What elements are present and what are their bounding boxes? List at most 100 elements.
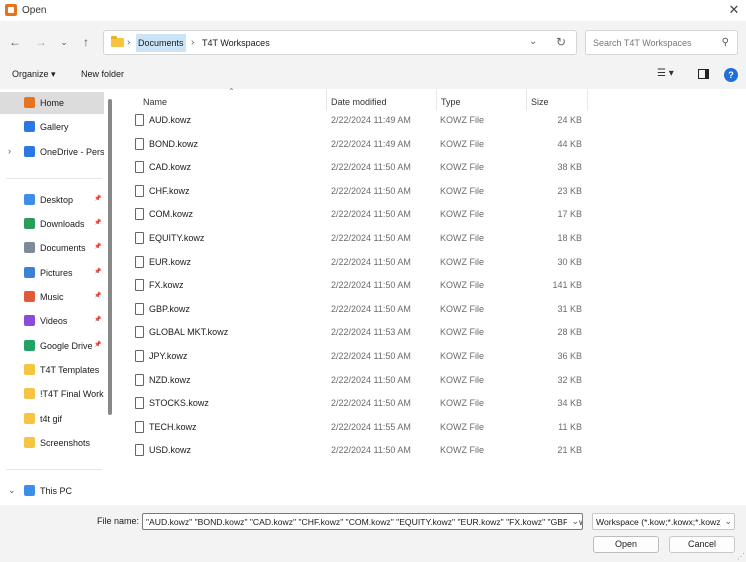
search-input[interactable]: Search T4T Workspaces [593, 38, 692, 48]
column-divider[interactable] [326, 89, 327, 111]
file-icon [135, 114, 144, 126]
file-row[interactable]: NZD.kowz 2/22/2024 11:50 AM KOWZ File 32 KB [127, 370, 587, 392]
file-row[interactable]: GBP.kowz 2/22/2024 11:50 AM KOWZ File 31 KB [127, 299, 587, 321]
file-name-field[interactable]: "AUD.kowz" "BOND.kowz" "CAD.kowz" "CHF.k… [142, 513, 583, 530]
file-date-modified: 2/22/2024 11:55 AM [331, 421, 411, 432]
sidebar-item[interactable]: Screenshots [0, 432, 104, 454]
sidebar-item[interactable]: Desktop 📌 [0, 189, 104, 211]
file-name-value[interactable]: "AUD.kowz" "BOND.kowz" "CAD.kowz" "CHF.k… [146, 517, 582, 527]
sidebar-item[interactable]: Gallery [0, 116, 104, 138]
open-button[interactable]: Open [593, 536, 659, 553]
file-row[interactable]: COM.kowz 2/22/2024 11:50 AM KOWZ File 17 KB [127, 204, 587, 226]
close-button[interactable]: ✕ [726, 2, 742, 18]
file-type: KOWZ File [440, 421, 484, 432]
file-row[interactable]: EUR.kowz 2/22/2024 11:50 AM KOWZ File 30 KB [127, 252, 587, 274]
chevron-down-icon[interactable]: ⌄ [567, 516, 579, 527]
file-row[interactable]: CHF.kowz 2/22/2024 11:50 AM KOWZ File 23 KB [127, 181, 587, 203]
cancel-button[interactable]: Cancel [669, 536, 735, 553]
forward-button[interactable]: → [34, 34, 48, 50]
sidebar-item[interactable]: Pictures 📌 [0, 262, 104, 284]
breadcrumb-t4t-workspaces[interactable]: T4T Workspaces [200, 34, 272, 52]
divider [6, 469, 102, 470]
file-name: STOCKS.kowz [149, 398, 209, 409]
file-type: KOWZ File [440, 374, 484, 385]
scrollbar[interactable] [108, 99, 112, 415]
back-button[interactable]: ← [8, 34, 22, 50]
file-icon [135, 397, 144, 410]
column-header-name[interactable]: Name [143, 97, 167, 107]
search-box[interactable]: Search T4T Workspaces ⚲ [585, 30, 738, 55]
file-row[interactable]: GLOBAL MKT.kowz 2/22/2024 11:53 AM KOWZ Fi… [127, 322, 587, 344]
file-name: GBP.kowz [149, 303, 190, 314]
organize-button[interactable]: Organize ▾ [12, 69, 56, 80]
file-type: KOWZ File [440, 185, 484, 196]
file-name: USD.kowz [149, 445, 192, 456]
chevron-down-icon[interactable]: ⌄ [529, 36, 537, 47]
title-bar: Open ✕ [0, 0, 746, 21]
file-type-select[interactable]: Workspace (*.kow;*.kowx;*.kowz) ⌄ [592, 513, 735, 530]
column-divider[interactable] [436, 89, 437, 111]
file-icon [135, 208, 144, 221]
sidebar-item[interactable]: T4T Templates [0, 359, 104, 381]
recent-locations-button[interactable]: ⌄ [57, 34, 71, 50]
folder-icon [111, 36, 124, 47]
file-name: COM.kowz [149, 209, 194, 220]
file-row[interactable]: STOCKS.kowz 2/22/2024 11:50 AM KOWZ File 34… [127, 393, 587, 415]
column-divider[interactable] [587, 89, 588, 111]
sidebar-item[interactable]: Google Drive 📌 [0, 335, 104, 357]
column-header-type[interactable]: Type [441, 97, 461, 107]
sidebar-item-label: t4t gif [40, 414, 63, 424]
pictures-icon [24, 267, 35, 278]
file-size: 11 KB [558, 421, 582, 432]
file-name: TECH.kowz [149, 421, 197, 432]
download-icon [24, 218, 35, 229]
file-type: KOWZ File [440, 445, 484, 456]
file-size: 28 KB [557, 327, 582, 338]
sidebar-item[interactable]: Downloads 📌 [0, 213, 104, 235]
help-icon[interactable]: ? [724, 68, 738, 82]
pc-icon [24, 485, 35, 496]
refresh-icon[interactable]: ↻ [556, 35, 566, 49]
navigation-bar: ← → ⌄ ↑ › Documents › T4T Workspaces ⌄ ↻… [0, 28, 746, 56]
up-button[interactable]: ↑ [79, 34, 93, 50]
file-type: KOWZ File [440, 327, 484, 338]
chevron-down-icon[interactable]: ⌄ [721, 516, 732, 527]
sidebar-item[interactable]: › OneDrive - Personal [0, 141, 104, 163]
file-name: GLOBAL MKT.kowz [149, 327, 229, 338]
file-row[interactable]: USD.kowz 2/22/2024 11:50 AM KOWZ File 21 KB [127, 440, 587, 462]
sidebar-item-label: Screenshots [40, 438, 91, 448]
file-date-modified: 2/22/2024 11:50 AM [331, 209, 411, 220]
file-row[interactable]: BOND.kowz 2/22/2024 11:49 AM KOWZ File 44 K… [127, 134, 587, 156]
new-folder-button[interactable]: New folder [81, 69, 124, 79]
column-header-date-modified[interactable]: Date modified [331, 97, 387, 107]
file-icon [135, 161, 144, 174]
file-row[interactable]: EQUITY.kowz 2/22/2024 11:50 AM KOWZ File 18… [127, 228, 587, 250]
sidebar-item[interactable]: Documents 📌 [0, 237, 104, 259]
file-type: KOWZ File [440, 398, 484, 409]
file-row[interactable]: AUD.kowz 2/22/2024 11:49 AM KOWZ File 24 KB [127, 110, 587, 132]
file-type: KOWZ File [440, 280, 484, 291]
sidebar-item[interactable]: Music 📌 [0, 286, 104, 308]
pin-icon: 📌 [94, 220, 102, 226]
sidebar-item[interactable]: !T4T Final Workspaces [0, 383, 104, 405]
column-divider[interactable] [526, 89, 527, 111]
address-bar[interactable]: › Documents › T4T Workspaces ⌄ ↻ [103, 30, 577, 55]
column-header-size[interactable]: Size [531, 97, 549, 107]
sidebar-item[interactable]: t4t gif [0, 408, 104, 430]
file-date-modified: 2/22/2024 11:50 AM [331, 374, 411, 385]
chevron-right-icon[interactable]: › [8, 146, 11, 156]
file-row[interactable]: TECH.kowz 2/22/2024 11:55 AM KOWZ File 11 K… [127, 417, 587, 439]
resize-grip-icon[interactable]: ⋰ [737, 552, 745, 561]
view-options-icon[interactable]: ☰ ▾ [657, 68, 674, 79]
file-icon [135, 255, 144, 268]
sidebar-item[interactable]: Videos 📌 [0, 310, 104, 332]
file-row[interactable]: FX.kowz 2/22/2024 11:50 AM KOWZ File 141 KB [127, 275, 587, 297]
file-type: KOWZ File [440, 233, 484, 243]
sidebar-item[interactable]: Home [0, 92, 104, 114]
preview-pane-icon[interactable] [698, 69, 709, 79]
file-row[interactable]: JPY.kowz 2/22/2024 11:50 AM KOWZ File 36 KB [127, 346, 587, 368]
file-row[interactable]: CAD.kowz 2/22/2024 11:50 AM KOWZ File 38 KB [127, 157, 587, 179]
chevron-down-icon[interactable]: ⌄ [8, 485, 16, 496]
sidebar-item[interactable]: ⌄ This PC [0, 480, 104, 502]
breadcrumb-documents[interactable]: Documents [136, 34, 186, 52]
